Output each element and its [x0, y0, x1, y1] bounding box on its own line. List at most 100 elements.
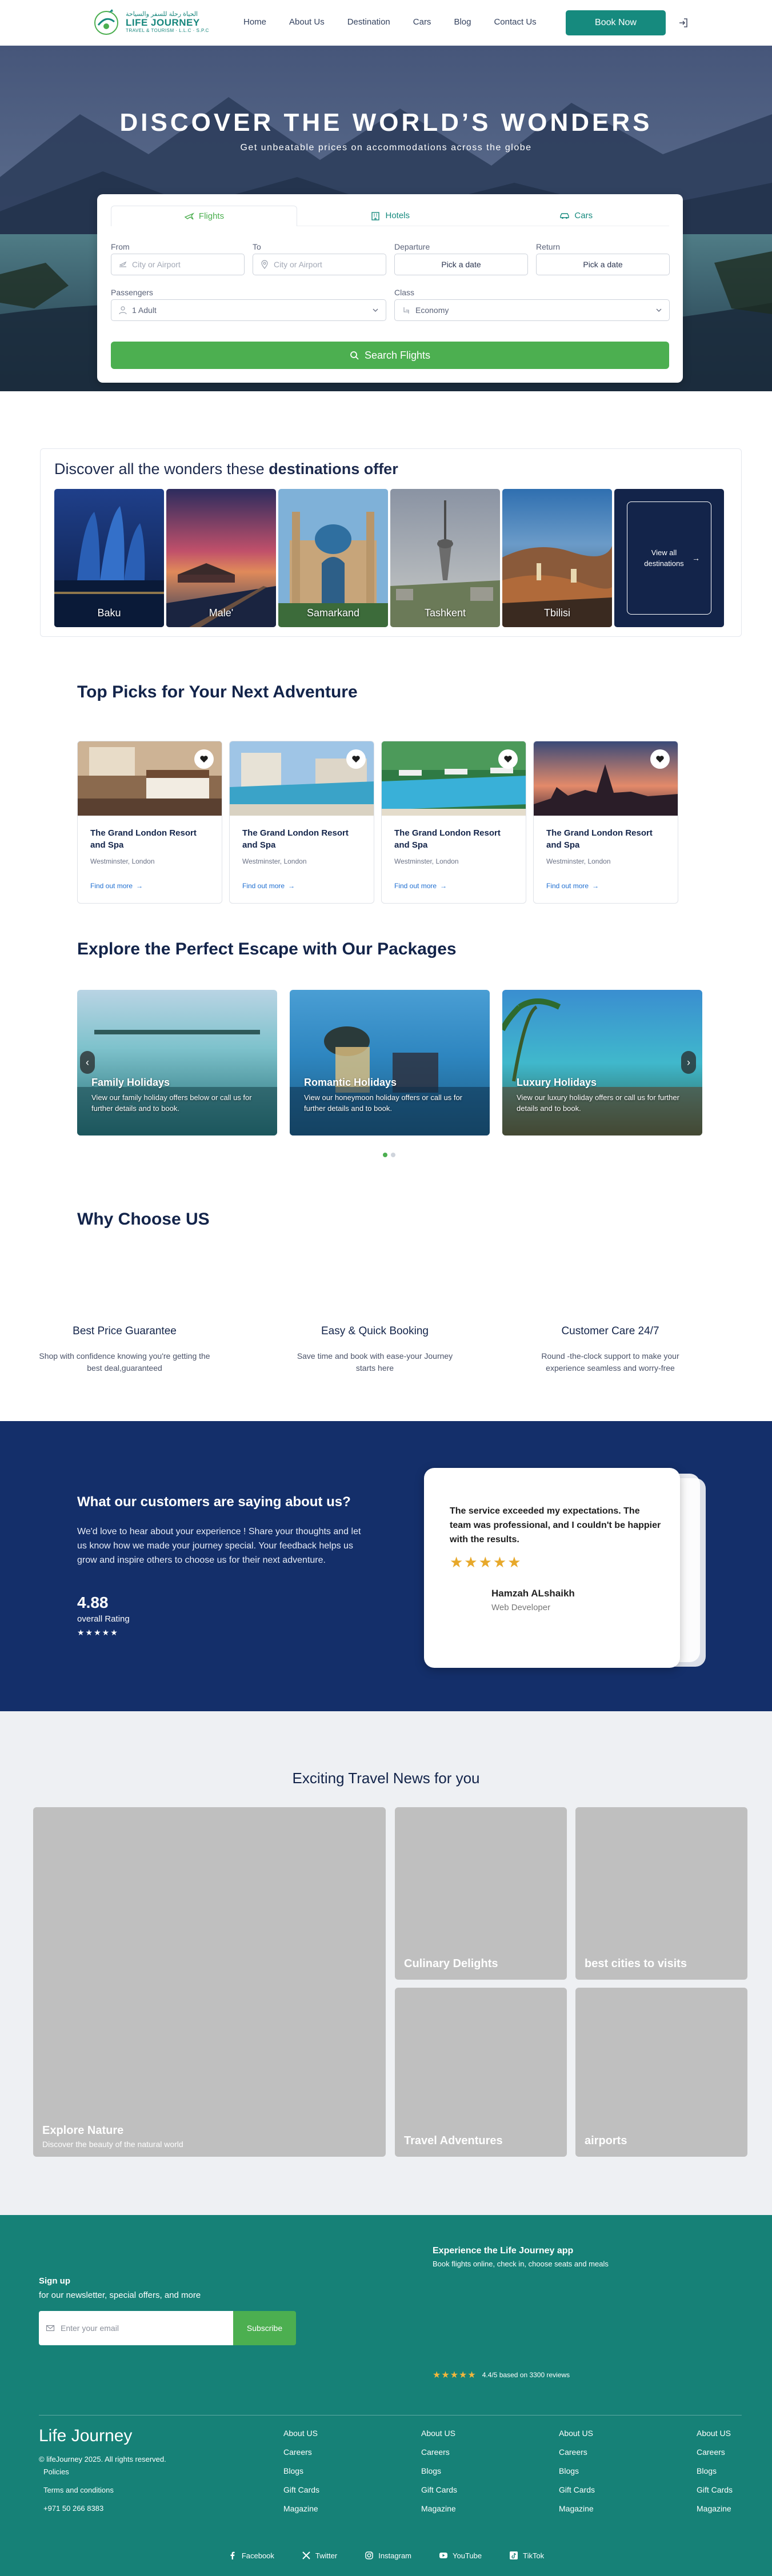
destinations-title-bold: destinations offer: [269, 460, 398, 478]
testimonials-title: What our customers are saying about us?: [77, 1494, 351, 1510]
footer-link-gift-cards[interactable]: Gift Cards: [697, 2485, 733, 2494]
destination-card-samarkand[interactable]: Samarkand: [278, 489, 388, 627]
top-picks-title: Top Picks for Your Next Adventure: [77, 683, 358, 701]
find-out-more-link[interactable]: Find out more →: [242, 882, 295, 890]
menu-cars[interactable]: Cars: [413, 17, 431, 27]
news-card[interactable]: best cities to visits: [575, 1807, 747, 1980]
social-twitter[interactable]: Twitter: [302, 2551, 337, 2560]
social-tiktok[interactable]: TikTok: [509, 2551, 544, 2560]
find-out-more-link[interactable]: Find out more →: [394, 882, 447, 890]
favorite-button[interactable]: [346, 749, 366, 769]
footer-link-careers[interactable]: Careers: [283, 2447, 319, 2457]
hotel-card[interactable]: The Grand London Resort and Spa Westmins…: [77, 741, 222, 904]
tab-hotels-label: Hotels: [385, 211, 410, 220]
tab-cars[interactable]: Cars: [483, 206, 669, 226]
footer-link-about[interactable]: About US: [421, 2429, 457, 2438]
find-out-more-link[interactable]: Find out more →: [546, 882, 599, 890]
footer-link-about[interactable]: About US: [283, 2429, 319, 2438]
departure-date-picker[interactable]: Pick a date: [394, 254, 528, 275]
chevron-right-icon: ›: [687, 1056, 690, 1068]
from-field[interactable]: City or Airport: [111, 254, 245, 275]
footer-link-careers[interactable]: Careers: [697, 2447, 733, 2457]
terms-link[interactable]: Terms and conditions: [43, 2486, 114, 2494]
logo[interactable]: الحياة رحلة للسفر والسياحة LIFE JOURNEY …: [91, 6, 209, 39]
package-card-romantic[interactable]: Romantic Holidays View our honeymoon hol…: [290, 990, 490, 1135]
social-youtube[interactable]: YouTube: [439, 2551, 482, 2560]
destination-card-tbilisi[interactable]: Tbilisi: [502, 489, 612, 627]
footer-link-magazine[interactable]: Magazine: [559, 2504, 595, 2513]
tab-hotels[interactable]: Hotels: [297, 206, 483, 226]
footer-link-careers[interactable]: Careers: [559, 2447, 595, 2457]
menu-contact-us[interactable]: Contact Us: [494, 17, 536, 27]
favorite-button[interactable]: [194, 749, 214, 769]
footer-link-magazine[interactable]: Magazine: [421, 2504, 457, 2513]
footer-link-blogs[interactable]: Blogs: [283, 2466, 319, 2475]
destinations-title-prefix: Discover all the wonders these: [54, 460, 269, 478]
overall-rating-label: overall Rating: [77, 1614, 130, 1624]
footer-brand: Life Journey: [39, 2426, 133, 2445]
to-field[interactable]: City or Airport: [253, 254, 386, 275]
tab-flights[interactable]: Flights: [111, 206, 297, 226]
hotel-card[interactable]: The Grand London Resort and Spa Westmins…: [381, 741, 526, 904]
footer-link-gift-cards[interactable]: Gift Cards: [283, 2485, 319, 2494]
main-menu: Home About Us Destination Cars Blog Cont…: [243, 17, 559, 27]
menu-blog[interactable]: Blog: [454, 17, 471, 27]
phone-link[interactable]: +971 50 266 8383: [43, 2504, 103, 2513]
newsletter-email-input[interactable]: Enter your email: [39, 2311, 233, 2345]
find-out-more-link[interactable]: Find out more →: [90, 882, 143, 890]
carousel-dot[interactable]: [383, 1153, 387, 1157]
footer-link-careers[interactable]: Careers: [421, 2447, 457, 2457]
destination-card-baku[interactable]: Baku: [54, 489, 164, 627]
hotel-location: Westminster, London: [242, 857, 307, 865]
login-icon[interactable]: [678, 17, 689, 29]
package-title: Luxury Holidays: [517, 1077, 597, 1088]
plane-icon: [184, 212, 194, 220]
hotel-card[interactable]: The Grand London Resort and Spa Westmins…: [533, 741, 678, 904]
copyright: © lifeJourney 2025. All rights reserved.: [39, 2455, 166, 2463]
social-links: Facebook Twitter Instagram YouTube TikTo…: [0, 2551, 772, 2560]
destination-card-tashkent[interactable]: Tashkent: [390, 489, 500, 627]
arrow-right-icon: →: [592, 882, 599, 890]
carousel-dot[interactable]: [391, 1153, 395, 1157]
book-now-button[interactable]: Book Now: [566, 10, 666, 35]
footer-link-magazine[interactable]: Magazine: [283, 2504, 319, 2513]
search-flights-button[interactable]: Search Flights: [111, 342, 669, 369]
view-all-destinations-card[interactable]: View all destinations →: [614, 489, 724, 627]
hotel-card[interactable]: The Grand London Resort and Spa Westmins…: [229, 741, 374, 904]
footer-link-gift-cards[interactable]: Gift Cards: [559, 2485, 595, 2494]
menu-home[interactable]: Home: [243, 17, 266, 27]
footer-link-magazine[interactable]: Magazine: [697, 2504, 733, 2513]
favorite-button[interactable]: [650, 749, 670, 769]
subscribe-button[interactable]: Subscribe: [233, 2311, 296, 2345]
social-instagram[interactable]: Instagram: [365, 2551, 411, 2560]
class-select[interactable]: Economy: [394, 299, 670, 321]
news-card[interactable]: Culinary Delights: [395, 1807, 567, 1980]
destination-card-male[interactable]: Male': [166, 489, 276, 627]
testimonial-stars: ★★★★★: [450, 1554, 522, 1571]
footer-link-blogs[interactable]: Blogs: [697, 2466, 733, 2475]
package-card-luxury[interactable]: Luxury Holidays View our luxury holiday …: [502, 990, 702, 1135]
package-title: Family Holidays: [91, 1077, 170, 1088]
feature-title: Easy & Quick Booking: [321, 1325, 429, 1337]
return-date-picker[interactable]: Pick a date: [536, 254, 670, 275]
news-card[interactable]: Travel Adventures: [395, 1988, 567, 2157]
footer-link-about[interactable]: About US: [559, 2429, 595, 2438]
carousel-prev-button[interactable]: ‹: [80, 1051, 95, 1074]
news-card[interactable]: airports: [575, 1988, 747, 2157]
footer-link-gift-cards[interactable]: Gift Cards: [421, 2485, 457, 2494]
policies-link[interactable]: Policies: [43, 2467, 69, 2476]
package-card-family[interactable]: Family Holidays View our family holiday …: [77, 990, 277, 1135]
footer-link-blogs[interactable]: Blogs: [421, 2466, 457, 2475]
rating-text: 4.4/5 based on 3300 reviews: [482, 2371, 570, 2379]
news-card-featured[interactable]: Explore Nature Discover the beauty of th…: [33, 1807, 386, 2157]
menu-destination[interactable]: Destination: [347, 17, 390, 27]
favorite-button[interactable]: [498, 749, 518, 769]
footer-link-blogs[interactable]: Blogs: [559, 2466, 595, 2475]
social-facebook[interactable]: Facebook: [228, 2551, 274, 2560]
package-title: Romantic Holidays: [304, 1077, 397, 1088]
footer-link-about[interactable]: About US: [697, 2429, 733, 2438]
passengers-select[interactable]: 1 Adult: [111, 299, 386, 321]
menu-about-us[interactable]: About Us: [289, 17, 325, 27]
carousel-next-button[interactable]: ›: [681, 1051, 696, 1074]
instagram-icon: [365, 2551, 373, 2559]
